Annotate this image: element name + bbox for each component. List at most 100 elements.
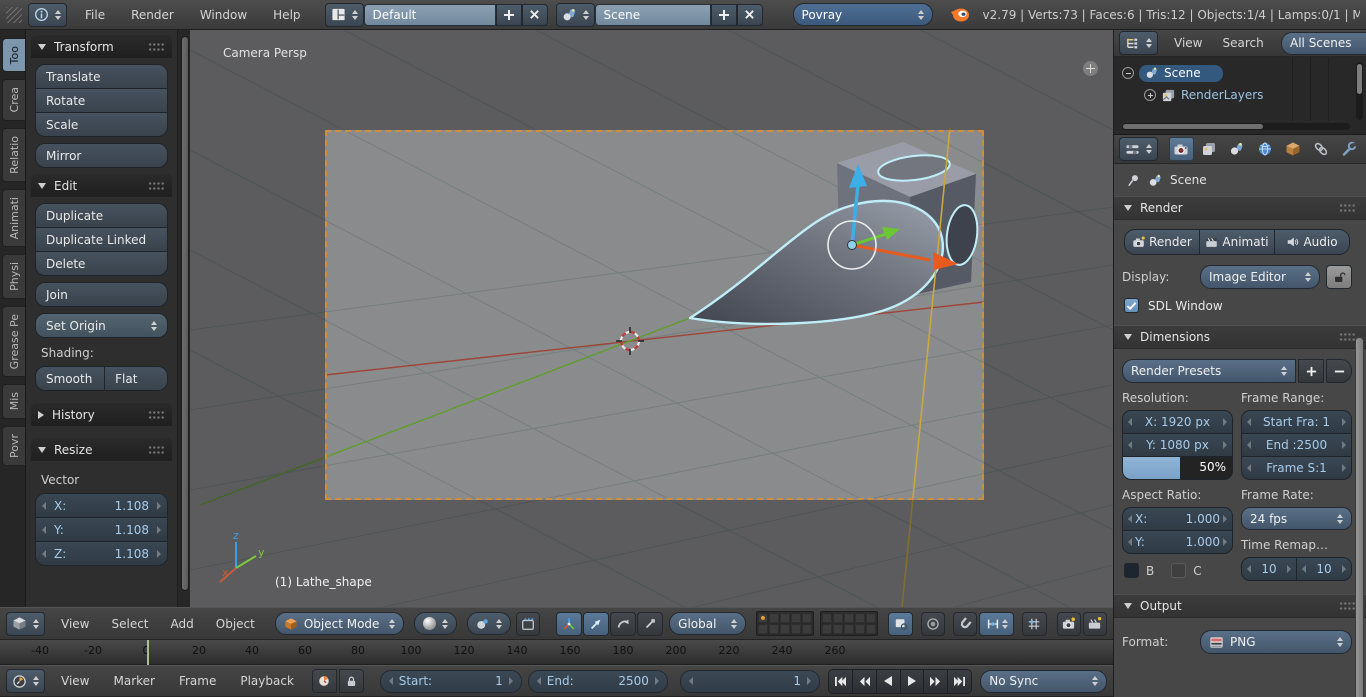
render-panel-header[interactable]: Render [1114,196,1366,220]
increment-arrow-icon[interactable] [1223,418,1227,426]
layer-cell[interactable] [769,624,779,634]
output-panel-header[interactable]: Output [1114,594,1366,618]
object-menu[interactable]: Object [212,617,259,631]
render-animation-button[interactable]: Animati [1200,230,1274,254]
previous-keyframe-button[interactable] [853,670,876,693]
viewport-editor-selector[interactable] [6,612,45,636]
layer-cell[interactable] [802,613,812,623]
render-button[interactable]: Render [1125,230,1199,254]
manipulate-centers-button[interactable] [516,612,540,636]
close-scene-button[interactable] [737,4,763,26]
corner-resize-handle[interactable] [6,7,22,23]
tab-relations[interactable]: Relatio [2,128,25,182]
outliner-vscrollbar[interactable] [1356,62,1363,120]
layer-cell[interactable] [802,624,812,634]
outliner-view-menu[interactable]: View [1170,36,1206,50]
panel-grip[interactable] [1339,601,1356,611]
view-menu[interactable]: View [57,617,93,631]
increment-arrow-icon[interactable] [1342,418,1346,426]
frame-rate-dropdown[interactable]: 24 fps [1241,507,1352,530]
select-menu[interactable]: Select [107,617,152,631]
info-editor-selector[interactable] [28,3,67,27]
layer-cell[interactable] [769,613,779,623]
increment-arrow-icon[interactable] [1342,464,1346,472]
increment-arrow-icon[interactable] [807,677,811,685]
opengl-render-anim-button[interactable] [1083,612,1107,636]
decrement-arrow-icon[interactable] [42,502,46,510]
layer-cell[interactable] [866,624,876,634]
tab-scene[interactable] [1225,137,1250,161]
decrement-arrow-icon[interactable] [1247,565,1251,573]
jump-to-start-button[interactable] [829,670,852,693]
time-remap-old-field[interactable]: 10 [1242,558,1296,580]
time-remap-new-field[interactable]: 10 [1297,558,1351,580]
decrement-arrow-icon[interactable] [1128,538,1132,546]
panel-grip[interactable] [148,445,165,455]
scale-button[interactable]: Scale [36,113,167,136]
scene-lock-button[interactable] [888,612,912,636]
increment-arrow-icon[interactable] [157,502,161,510]
tab-povray[interactable]: Povr [2,426,25,466]
scrollbar-thumb[interactable] [181,36,189,591]
join-button[interactable]: Join [36,283,167,306]
layer-cell[interactable] [791,624,801,634]
use-preview-range-button[interactable] [312,669,337,693]
layer-cell[interactable] [791,613,801,623]
history-panel-header[interactable]: History [31,403,172,426]
dimensions-panel-header[interactable]: Dimensions [1114,325,1366,349]
snap-element-dropdown[interactable] [979,612,1014,636]
layer-cell[interactable] [833,613,843,623]
next-keyframe-button[interactable] [924,670,947,693]
properties-scrollbar[interactable] [1355,334,1364,697]
toolshelf-scrollbar[interactable] [177,30,190,607]
pivot-point-dropdown[interactable] [467,612,511,635]
snap-toggle-button[interactable] [953,612,977,636]
tab-create[interactable]: Crea [2,79,25,120]
decrement-arrow-icon[interactable] [1247,441,1251,449]
pin-icon[interactable] [1126,173,1141,188]
tab-tools[interactable]: Too [2,38,25,72]
screen-layout-icon-button[interactable] [325,3,364,27]
tab-world[interactable] [1253,137,1278,161]
layer-cell[interactable] [855,624,865,634]
add-scene-button[interactable] [711,4,737,26]
manipulator-axis-button[interactable] [556,612,582,636]
menu-help[interactable]: Help [269,8,304,22]
play-button[interactable] [901,670,924,693]
tab-render[interactable] [1169,137,1194,161]
crop-checkbox[interactable] [1171,563,1186,578]
decrement-arrow-icon[interactable] [389,677,393,685]
increment-arrow-icon[interactable] [1342,441,1346,449]
snap-peel-button[interactable] [1022,612,1046,636]
proportional-edit-button[interactable] [921,612,945,636]
layer-cell[interactable] [822,613,832,623]
camera-frame-border[interactable] [325,130,984,500]
decrement-arrow-icon[interactable] [1128,441,1132,449]
timeline-view-menu[interactable]: View [57,674,93,688]
decrement-arrow-icon[interactable] [1247,464,1251,472]
tab-modifiers[interactable] [1336,137,1361,161]
aspect-x-field[interactable]: X: 1.000 [1123,508,1232,530]
layer-cell[interactable] [780,624,790,634]
increment-arrow-icon[interactable] [1287,565,1291,573]
render-presets-dropdown[interactable]: Render Presets [1122,359,1296,383]
panel-grip[interactable] [1339,203,1356,213]
rotate-manipulator-button[interactable] [610,612,636,636]
resolution-percentage-slider[interactable]: 50% [1123,457,1232,479]
play-reverse-button[interactable] [877,670,900,693]
translate-manipulator-button[interactable] [583,612,609,636]
mirror-button[interactable]: Mirror [36,144,167,167]
layer-cell[interactable] [833,624,843,634]
menu-file[interactable]: File [81,8,109,22]
add-layout-button[interactable] [496,4,522,26]
decrement-arrow-icon[interactable] [689,677,693,685]
properties-editor-selector[interactable] [1119,137,1158,161]
layer-cell[interactable] [855,613,865,623]
layer-cell[interactable] [866,613,876,623]
increment-arrow-icon[interactable] [157,526,161,534]
tab-grease-pencil[interactable]: Grease Pe [2,306,25,377]
add-menu[interactable]: Add [167,617,198,631]
panel-grip[interactable] [1339,332,1356,342]
render-engine-dropdown[interactable]: Povray [793,3,933,26]
layer-cell[interactable] [844,613,854,623]
